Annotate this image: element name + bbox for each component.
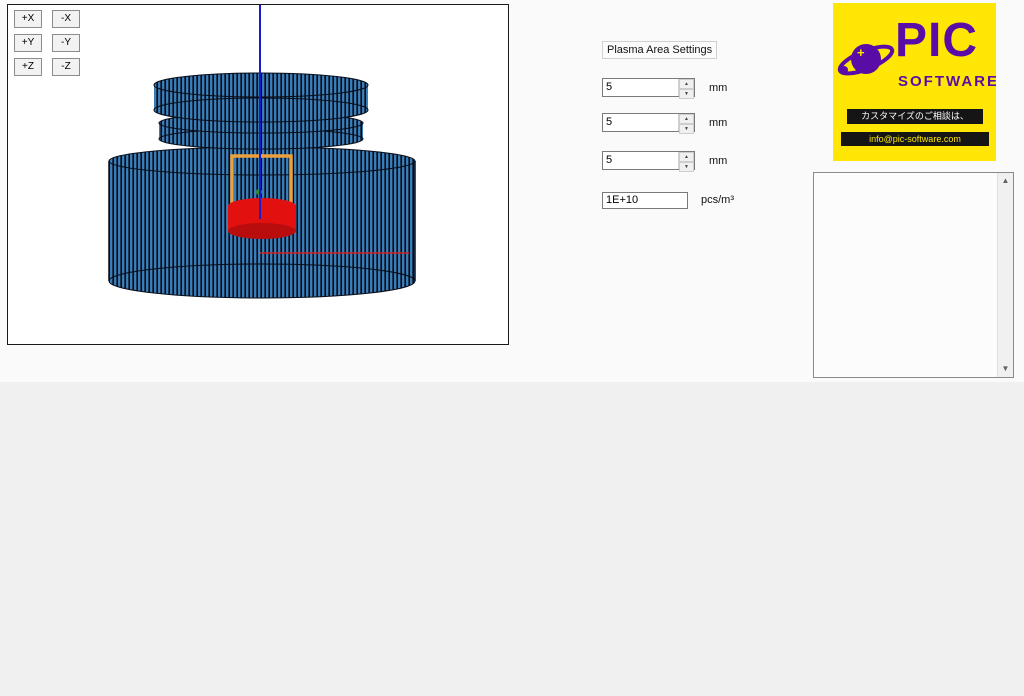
plasma-x-size-stepper[interactable]: 5 ▲▼ bbox=[602, 78, 695, 97]
plasma-y-size-value[interactable]: 5 bbox=[603, 114, 678, 131]
logo-contact-line1: カスタマイズのご相談は、 bbox=[847, 109, 983, 124]
atom-icon: + bbox=[835, 27, 897, 89]
plasma-z-unit-label: mm bbox=[709, 155, 727, 167]
app-window: +X -X +Y -Y +Z -Z Plasma Area Settings 5… bbox=[0, 0, 1024, 696]
axis-button-plus-z[interactable]: +Z bbox=[14, 58, 42, 76]
electrode-model bbox=[228, 198, 296, 239]
stepper-up-icon[interactable]: ▲ bbox=[679, 114, 694, 124]
stepper-down-icon[interactable]: ▼ bbox=[679, 162, 694, 172]
pic-software-logo: + PIC SOFTWARE カスタマイズのご相談は、 info@pic-sof… bbox=[833, 3, 996, 161]
bottom-panel: Calculate Visualization Plasma Analysis … bbox=[0, 382, 1024, 696]
3d-viewport[interactable]: +X -X +Y -Y +Z -Z bbox=[7, 4, 509, 345]
axis-button-minus-y[interactable]: -Y bbox=[52, 34, 80, 52]
listbox-vertical-scrollbar[interactable]: ▲ ▼ bbox=[997, 173, 1013, 377]
3d-model-canvas bbox=[8, 5, 508, 344]
axis-button-minus-x[interactable]: -X bbox=[52, 10, 80, 28]
stepper-up-icon[interactable]: ▲ bbox=[679, 79, 694, 89]
plasma-area-settings-label: Plasma Area Settings bbox=[602, 41, 717, 59]
logo-subtitle: SOFTWARE bbox=[898, 73, 996, 90]
svg-text:+: + bbox=[857, 45, 865, 60]
logo-title: PIC bbox=[895, 13, 978, 68]
top-section: +X -X +Y -Y +Z -Z Plasma Area Settings 5… bbox=[0, 0, 1024, 382]
logo-contact-line2: info@pic-software.com bbox=[841, 132, 989, 146]
plasma-y-unit-label: mm bbox=[709, 117, 727, 129]
message-listbox[interactable]: ▲ ▼ bbox=[813, 172, 1014, 378]
scroll-up-icon[interactable]: ▲ bbox=[998, 173, 1013, 189]
axis-button-plus-x[interactable]: +X bbox=[14, 10, 42, 28]
plasma-y-size-stepper[interactable]: 5 ▲▼ bbox=[602, 113, 695, 132]
axis-button-plus-y[interactable]: +Y bbox=[14, 34, 42, 52]
plasma-z-size-value[interactable]: 5 bbox=[603, 152, 678, 169]
plasma-x-size-value[interactable]: 5 bbox=[603, 79, 678, 96]
plasma-z-size-stepper[interactable]: 5 ▲▼ bbox=[602, 151, 695, 170]
scroll-down-icon[interactable]: ▼ bbox=[998, 361, 1013, 377]
plasma-x-unit-label: mm bbox=[709, 82, 727, 94]
plasma-density-input[interactable]: 1E+10 bbox=[602, 192, 688, 209]
stepper-down-icon[interactable]: ▼ bbox=[679, 124, 694, 134]
stepper-down-icon[interactable]: ▼ bbox=[679, 89, 694, 99]
stepper-up-icon[interactable]: ▲ bbox=[679, 152, 694, 162]
axis-button-minus-z[interactable]: -Z bbox=[52, 58, 80, 76]
plasma-density-unit-label: pcs/m³ bbox=[701, 194, 734, 206]
